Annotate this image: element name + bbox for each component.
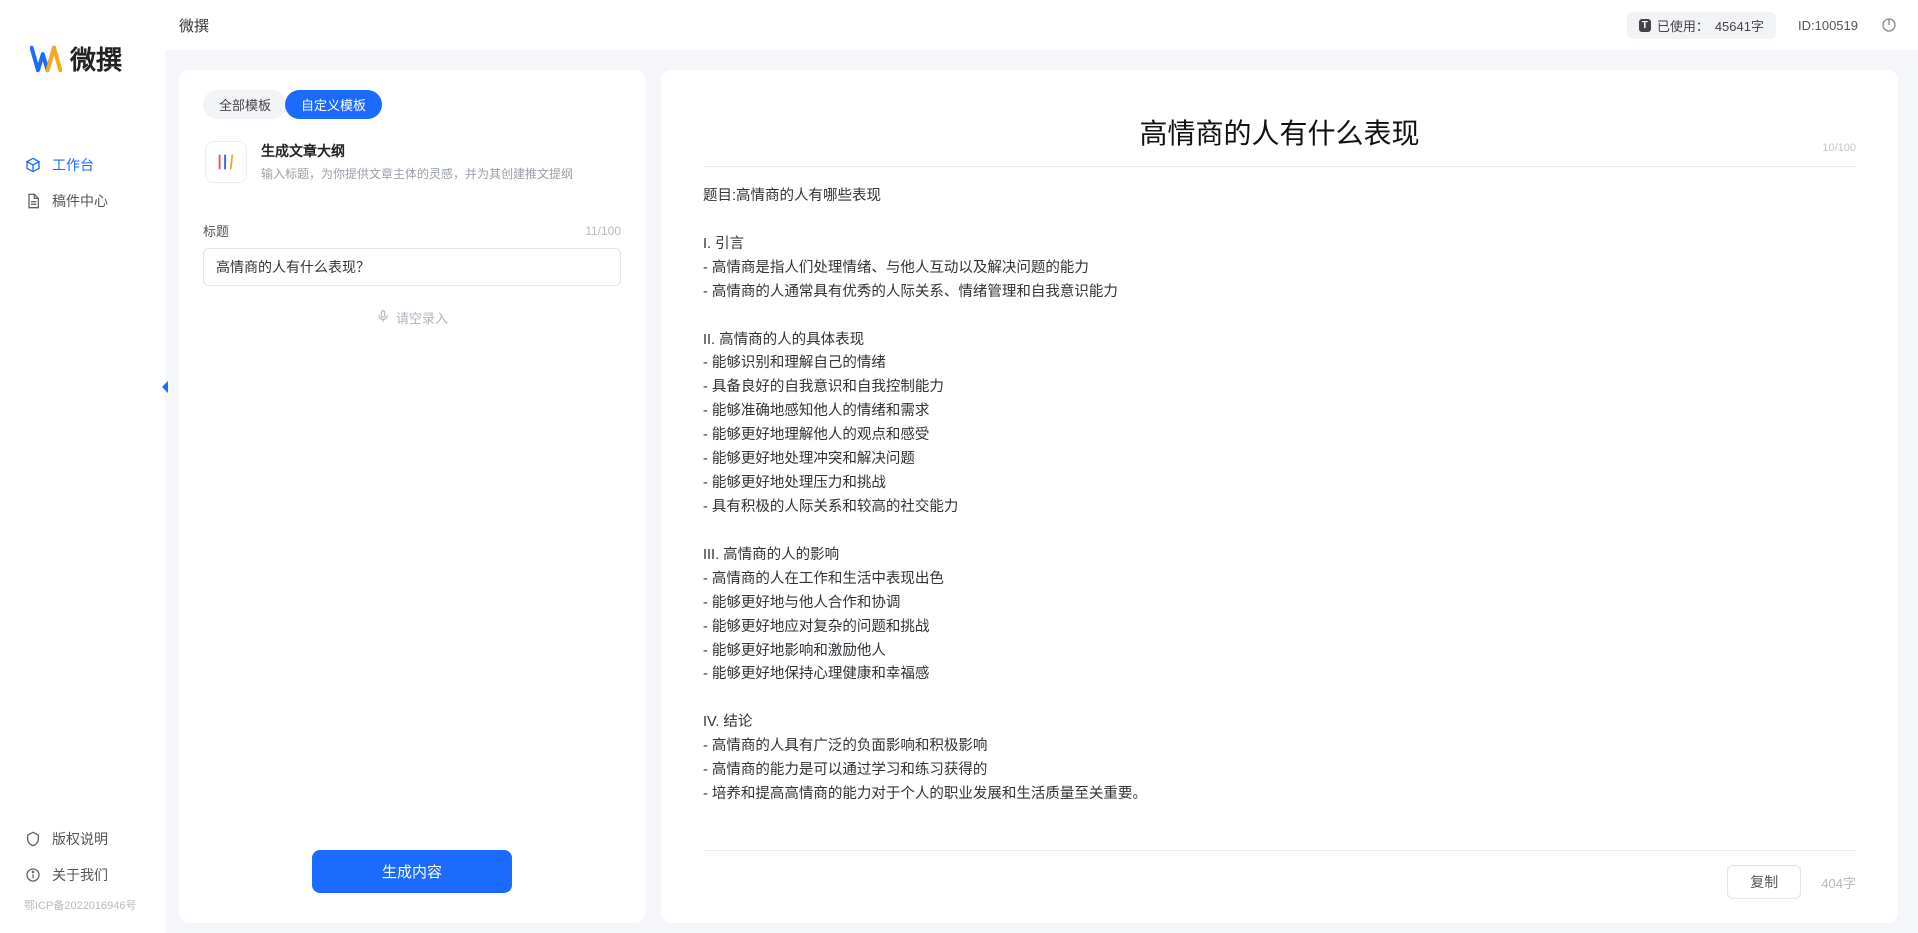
title-char-count: 11/100 [585,224,621,238]
shield-icon [24,830,42,848]
title-label: 标题 [203,221,229,240]
input-panel: 全部模板 自定义模板 生成文章大纲 输入标题，为你提供文章主体的灵感，并为其创建… [179,70,645,923]
doc-title-count: 10/100 [1822,142,1856,154]
tab-all-templates[interactable]: 全部模板 [203,90,287,119]
template-title: 生成文章大纲 [261,141,573,161]
cube-icon [24,156,42,174]
generate-button[interactable]: 生成内容 [312,850,512,893]
footer-label: 关于我们 [52,865,108,885]
power-icon[interactable] [1880,16,1898,34]
logo: 微撰 [0,0,165,107]
copy-button[interactable]: 复制 [1727,865,1801,899]
nav-menu: 工作台 稿件中心 [0,107,165,219]
workspace: 全部模板 自定义模板 生成文章大纲 输入标题，为你提供文章主体的灵感，并为其创建… [165,50,1918,933]
template-tabs: 全部模板 自定义模板 [203,90,621,119]
logo-icon [30,43,62,75]
usage-label: 已使用： [1657,16,1709,35]
voice-input-hint[interactable]: 请空录入 [203,308,621,327]
nav-workbench[interactable]: 工作台 [0,147,165,183]
doc-header: 高情商的人有什么表现 10/100 [703,94,1856,167]
output-panel: 高情商的人有什么表现 10/100 题目:高情商的人有哪些表现 I. 引言 - … [661,70,1898,923]
main: 微撰 T 已使用： 45641字 ID:100519 全部模板 自定义模板 [165,0,1918,933]
user-id: ID:100519 [1798,18,1858,33]
doc-title[interactable]: 高情商的人有什么表现 [703,112,1856,152]
mic-icon [376,309,390,326]
logo-text: 微撰 [70,40,122,77]
sidebar-footer: 版权说明 关于我们 鄂ICP备2022016946号 [0,821,165,933]
topbar: 微撰 T 已使用： 45641字 ID:100519 [165,0,1918,50]
icp-text: 鄂ICP备2022016946号 [0,893,165,921]
template-card: 生成文章大纲 输入标题，为你提供文章主体的灵感，并为其创建推文提纲 [203,137,621,201]
word-count: 404字 [1821,873,1856,892]
template-desc: 输入标题，为你提供文章主体的灵感，并为其创建推文提纲 [261,165,573,182]
text-badge-icon: T [1639,19,1651,32]
copyright-link[interactable]: 版权说明 [0,821,165,857]
page-title: 微撰 [179,15,209,36]
usage-pill[interactable]: T 已使用： 45641字 [1627,12,1776,39]
document-icon [24,192,42,210]
template-icon [205,141,247,183]
collapse-sidebar-button[interactable] [155,375,175,399]
tab-custom-templates[interactable]: 自定义模板 [285,90,382,119]
nav-label: 工作台 [52,155,94,175]
footer-label: 版权说明 [52,829,108,849]
about-link[interactable]: 关于我们 [0,857,165,893]
title-input[interactable] [203,248,621,286]
usage-value: 45641字 [1715,16,1764,35]
sidebar: 微撰 工作台 稿件中心 版权说明 关于我们 [0,0,165,933]
output-footer: 复制 404字 [703,850,1856,899]
doc-body[interactable]: 题目:高情商的人有哪些表现 I. 引言 - 高情商是指人们处理情绪、与他人互动以… [703,167,1856,807]
nav-label: 稿件中心 [52,191,108,211]
info-icon [24,866,42,884]
nav-drafts[interactable]: 稿件中心 [0,183,165,219]
